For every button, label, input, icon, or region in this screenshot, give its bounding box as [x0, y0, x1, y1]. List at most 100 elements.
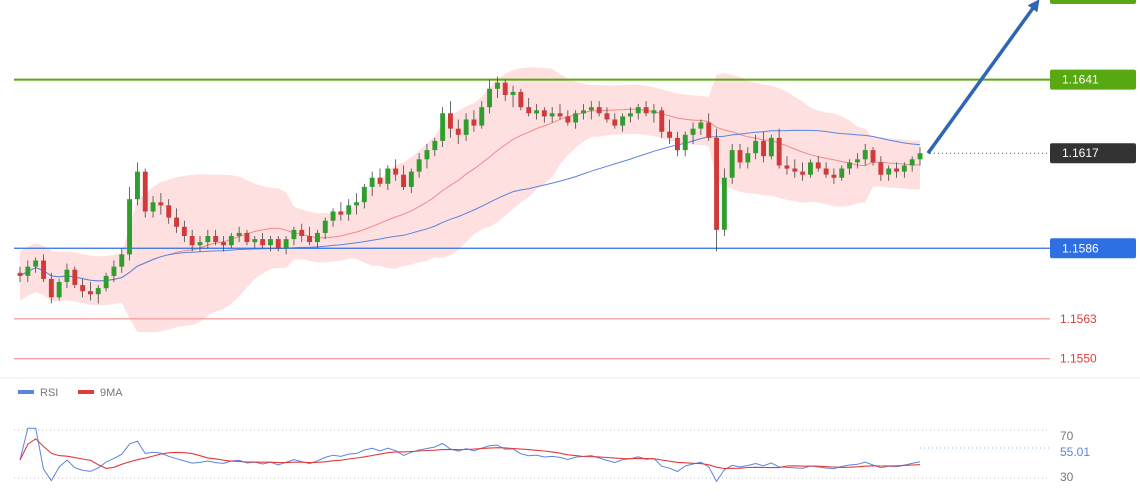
rsi-legend-ma-swatch: [78, 390, 94, 394]
candle-body: [909, 159, 915, 166]
candle: [721, 168, 727, 236]
candle-body: [808, 162, 813, 175]
candle-body: [682, 134, 688, 151]
candle-body: [260, 239, 266, 246]
candle-body: [526, 107, 532, 114]
candle-body: [291, 229, 297, 240]
candle-body: [361, 186, 367, 203]
candle-body: [236, 232, 242, 236]
candle-body: [620, 116, 626, 126]
price-chart: 1.1641 1.1617 1.1586 1.1563 1.1550 RSI 9MA 7…: [0, 0, 1140, 500]
candle-body: [119, 254, 125, 267]
candle-body: [855, 159, 860, 163]
candle-body: [88, 291, 93, 295]
candle-body: [729, 150, 735, 178]
candle-body: [315, 232, 320, 243]
candle-body: [221, 242, 226, 246]
candle-body: [252, 239, 258, 243]
candle-body: [158, 202, 164, 206]
candle-body: [197, 242, 203, 246]
candle-body: [150, 202, 156, 212]
rsi-legend-rsi-swatch: [18, 390, 34, 394]
candle-body: [268, 239, 273, 246]
candle-body: [831, 174, 837, 178]
candle-body: [33, 260, 39, 267]
candle-body: [377, 177, 383, 184]
candle-body: [111, 266, 117, 276]
candle-body: [455, 128, 461, 135]
candle-body: [213, 236, 219, 243]
candle-body: [612, 119, 618, 126]
candle-body: [135, 171, 140, 200]
candle-body: [17, 272, 23, 276]
candle-body: [635, 107, 641, 114]
candle-body: [354, 202, 359, 206]
candle-body: [56, 282, 62, 298]
candle-body: [495, 82, 500, 89]
candle-body: [534, 110, 539, 114]
candle-body: [142, 171, 148, 212]
rsi-current-label: 55.01: [1060, 445, 1090, 459]
candle-body: [471, 119, 477, 126]
candle-body: [753, 140, 759, 154]
candle-body: [549, 113, 555, 117]
candle-body: [369, 177, 375, 187]
candle: [768, 134, 774, 160]
candle-body: [205, 236, 211, 243]
candle-body: [901, 165, 907, 172]
candle-body: [330, 211, 336, 221]
candle-body: [581, 110, 586, 114]
candle-body: [48, 278, 54, 298]
candle-body: [448, 113, 453, 129]
candle: [518, 88, 524, 111]
candle-body: [659, 110, 665, 132]
candle-body: [181, 226, 187, 236]
candle-body: [776, 137, 782, 166]
candle-body: [72, 269, 78, 285]
candle-body: [95, 288, 101, 295]
candle-body: [307, 236, 312, 243]
candle-body: [487, 88, 492, 108]
candle-body: [244, 232, 250, 243]
candle-body: [41, 260, 46, 279]
candle-body: [80, 285, 86, 292]
level-target-2-label: 1.1550: [1060, 352, 1097, 366]
candle-body: [408, 171, 414, 187]
candle-body: [690, 128, 696, 135]
candle-body: [784, 165, 790, 169]
target-badge-top: [1050, 0, 1136, 4]
candle-body: [440, 113, 446, 141]
candle-body: [510, 91, 516, 95]
candle-body: [737, 150, 743, 163]
candle-body: [416, 159, 422, 172]
candle-body: [502, 82, 508, 95]
candle-body: [299, 229, 305, 236]
candle-body: [127, 199, 132, 255]
candle-body: [862, 150, 868, 160]
candle-body: [667, 131, 672, 138]
candle: [56, 278, 62, 301]
candle-body: [675, 137, 680, 151]
candle-body: [698, 122, 704, 129]
rsi-level-70-label: 70: [1060, 429, 1074, 443]
level-current-label: 1.1617: [1062, 146, 1099, 160]
candle-body: [573, 113, 579, 123]
candle-body: [800, 171, 806, 175]
candle-body: [714, 137, 719, 230]
candle-body: [870, 150, 876, 163]
candle-body: [518, 91, 524, 108]
rsi-level-30-label: 30: [1060, 470, 1074, 484]
candle-body: [346, 205, 352, 215]
candle-body: [174, 217, 179, 227]
candle-body: [745, 153, 751, 163]
candle-body: [103, 275, 109, 289]
level-support-label: 1.1586: [1062, 241, 1099, 255]
candle-body: [588, 107, 594, 111]
candle-body: [166, 205, 172, 218]
candle-body: [228, 236, 234, 246]
candle-body: [338, 211, 344, 215]
candle-body: [25, 266, 31, 276]
candle-body: [823, 168, 829, 175]
candle-body: [886, 168, 892, 175]
candle-body: [706, 122, 712, 138]
